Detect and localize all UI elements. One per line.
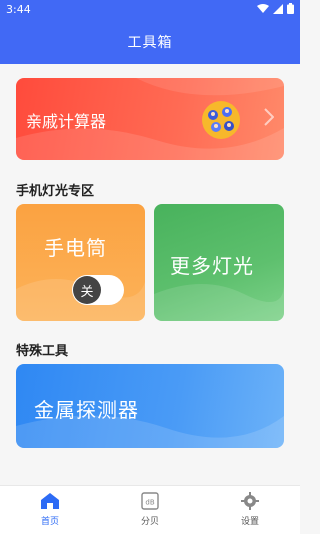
flashlight-card[interactable]: 手电筒 关	[16, 204, 145, 321]
nav-label-home: 首页	[40, 517, 59, 527]
page-title: 工具箱	[127, 35, 173, 51]
metal-detector-card[interactable]: 金属探测器	[16, 364, 284, 448]
svg-text:dB: dB	[145, 499, 154, 507]
system-icons	[257, 3, 294, 14]
status-bar: 3:44	[0, 0, 300, 20]
nav-item-home[interactable]: 首页	[20, 492, 80, 534]
app-bar: 工具箱	[0, 20, 300, 64]
bottom-navigation: 首页 dB 分贝 设置	[0, 485, 300, 534]
metal-detector-label: 金属探测器	[34, 398, 139, 422]
nav-label-settings: 设置	[240, 517, 259, 527]
nav-item-settings[interactable]: 设置	[220, 492, 280, 534]
family-illustration-icon	[202, 101, 240, 139]
section-title-special-tools: 特殊工具	[16, 344, 69, 359]
flashlight-label: 手电筒	[44, 236, 107, 260]
flashlight-toggle-knob: 关	[73, 276, 101, 304]
wifi-icon	[257, 3, 269, 13]
relatives-calculator-label: 亲戚计算器	[26, 112, 107, 131]
nav-item-decibel[interactable]: dB 分贝	[120, 492, 180, 534]
chevron-right-icon	[264, 108, 274, 126]
gear-icon	[241, 492, 259, 510]
more-lights-label: 更多灯光	[170, 254, 254, 278]
battery-icon	[287, 3, 294, 14]
relatives-calculator-card[interactable]: 亲戚计算器	[16, 78, 284, 160]
status-time: 3:44	[6, 3, 31, 16]
signal-icon	[273, 3, 283, 14]
more-lights-card[interactable]: 更多灯光	[154, 204, 284, 321]
decibel-icon: dB	[141, 492, 159, 510]
section-title-lights: 手机灯光专区	[16, 184, 95, 199]
nav-label-decibel: 分贝	[140, 517, 159, 527]
flashlight-toggle[interactable]: 关	[72, 275, 124, 305]
home-icon	[41, 493, 59, 509]
